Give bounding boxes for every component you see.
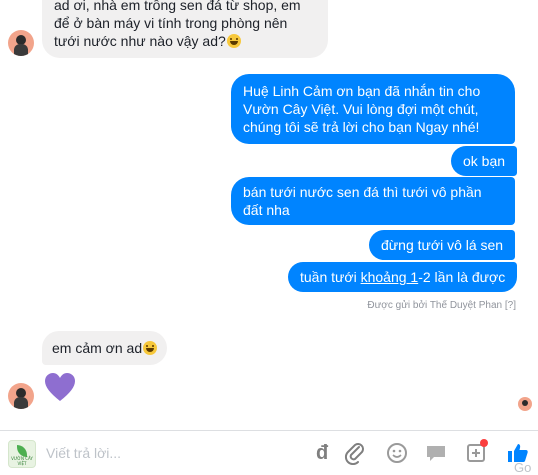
reply-input[interactable] — [44, 441, 278, 465]
message-line: Huệ Linh Cảm ơn bạn đã nhắn tin cho — [243, 83, 481, 99]
incoming-message: em cảm ơn ad — [42, 331, 168, 365]
message-line: Vườn Cây Việt. Vui lòng đợi một chút, — [243, 101, 479, 117]
speech-bubble-icon[interactable] — [424, 441, 448, 465]
composer-bar: VƯỜN CÂY VIỆT đ Go — [0, 430, 538, 475]
smiley-emoji-icon — [226, 34, 241, 48]
outgoing-message: đừng tưới vô lá sen — [369, 230, 516, 260]
outgoing-message: bán tưới nước sen đá thì tưới vô phần đấ… — [231, 177, 515, 225]
message-line: đất nha — [243, 202, 290, 218]
message-thread[interactable]: ad ơi, nhà em trồng sen đá từ shop, em đ… — [0, 0, 538, 430]
outgoing-message: tuần tưới khoảng 1-2 lần là được — [288, 262, 518, 292]
incoming-message: ad ơi, nhà em trồng sen đá từ shop, em đ… — [42, 0, 328, 58]
outgoing-message: ok bạn — [451, 146, 518, 176]
message-line: bán tưới nước sen đá thì tưới vô phần — [243, 184, 482, 200]
sent-by-label: Được gửi bởi Thế Duyệt Phan [?] — [367, 300, 516, 311]
message-line: ok bạn — [463, 153, 506, 169]
message-line: em cảm ơn ad — [52, 339, 158, 357]
message-line: tưới nước như nào vậy ad? — [54, 32, 316, 50]
page-logo: VƯỜN CÂY VIỆT — [8, 440, 36, 468]
customer-avatar[interactable] — [8, 383, 34, 409]
smiley-emoji-icon — [143, 341, 158, 355]
smiley-icon[interactable] — [385, 441, 409, 465]
outgoing-message: Huệ Linh Cảm ơn bạn đã nhắn tin cho Vườn… — [231, 74, 515, 144]
message-line: ad ơi, nhà em trồng sen đá từ shop, em — [54, 0, 301, 13]
message-line: để ở bàn máy vi tính trong phòng nên — [54, 15, 288, 31]
seen-avatar-icon — [518, 397, 532, 411]
message-line: chúng tôi sẽ trả lời cho bạn Ngay nhé! — [243, 119, 480, 135]
purple-heart-icon — [45, 373, 75, 401]
currency-d-icon[interactable]: đ — [316, 442, 328, 465]
customer-avatar[interactable] — [8, 30, 34, 56]
message-line: tuần tưới khoảng 1-2 lần là được — [300, 269, 506, 285]
paperclip-icon[interactable] — [343, 441, 367, 466]
help-link[interactable]: [?] — [505, 300, 516, 311]
message-line: đừng tưới vô lá sen — [381, 237, 504, 253]
notification-dot-icon — [480, 439, 488, 447]
